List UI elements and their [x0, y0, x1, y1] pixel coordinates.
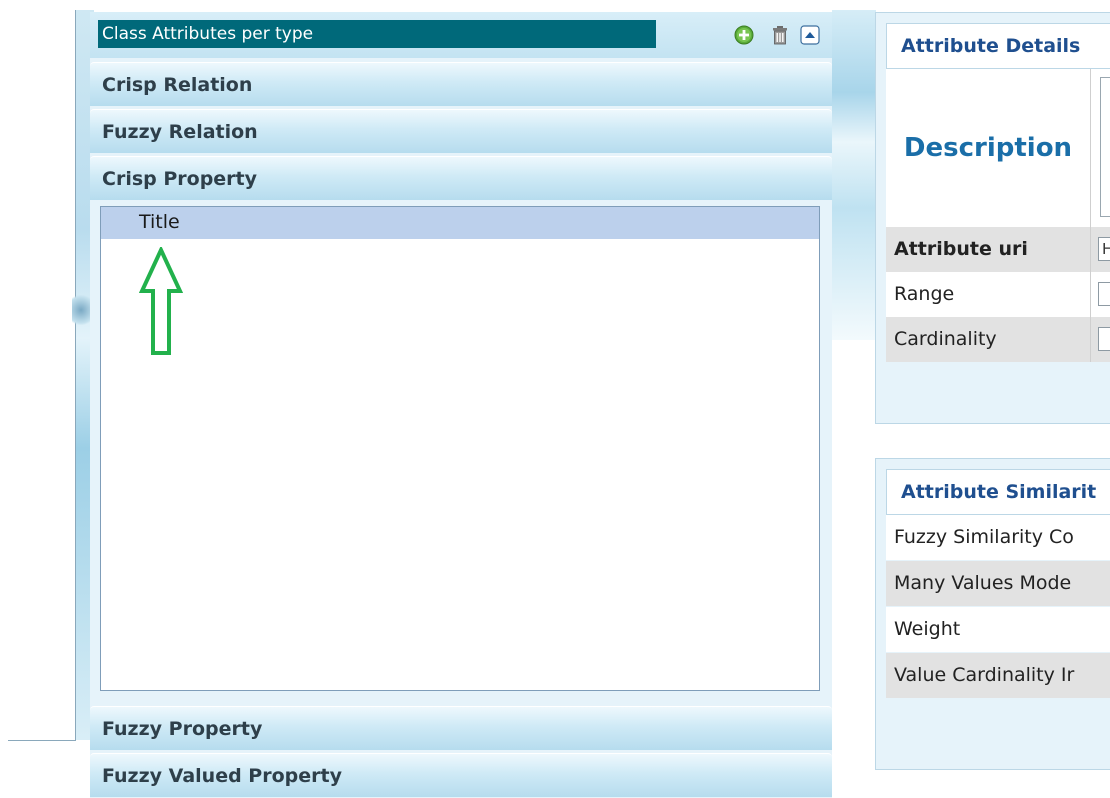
column-divider: [1090, 272, 1091, 317]
attribute-details-panel: Attribute Details Description Attribute …: [875, 12, 1110, 424]
attribute-uri-field[interactable]: H: [1098, 237, 1110, 261]
section-fuzzy-valued-property[interactable]: Fuzzy Valued Property: [90, 753, 832, 797]
cardinality-label: Cardinality: [894, 328, 997, 350]
attribute-similarity-header: Attribute Similarit: [886, 469, 1110, 515]
frame-border-horizontal: [8, 740, 76, 741]
description-label: Description: [903, 133, 1073, 163]
cardinality-field[interactable]: [1098, 327, 1110, 351]
panel-title: Class Attributes per type: [98, 20, 656, 48]
class-attributes-panel: Class Attributes per type Crisp Relation…: [90, 12, 832, 798]
decorative-snow-background-middle: [832, 10, 876, 340]
fuzzy-similarity-row: Fuzzy Similarity Co: [886, 515, 1110, 560]
column-divider: [1090, 317, 1091, 362]
section-crisp-property[interactable]: Crisp Property: [90, 156, 832, 200]
attribute-details-header: Attribute Details: [886, 23, 1110, 69]
column-divider: [1090, 227, 1091, 272]
trash-icon[interactable]: [770, 25, 790, 45]
section-fuzzy-property[interactable]: Fuzzy Property: [90, 706, 832, 750]
range-label: Range: [894, 283, 955, 305]
description-row: Description: [886, 69, 1110, 227]
attribute-uri-label: Attribute uri: [894, 238, 1028, 260]
panel-header-bar: Class Attributes per type: [90, 12, 832, 58]
description-textarea[interactable]: [1100, 77, 1110, 217]
add-icon[interactable]: [734, 25, 754, 45]
collapse-icon[interactable]: [800, 25, 820, 45]
list-item[interactable]: Title: [101, 207, 819, 239]
range-row: Range: [886, 272, 1110, 317]
attribute-uri-row: Attribute uri H: [886, 227, 1110, 272]
attribute-similarity-panel: Attribute Similarit Fuzzy Similarity Co …: [875, 458, 1110, 770]
section-fuzzy-relation[interactable]: Fuzzy Relation: [90, 109, 832, 153]
many-values-mode-row: Many Values Mode: [886, 561, 1110, 606]
value-cardinality-row: Value Cardinality Ir: [886, 653, 1110, 698]
snowflake-decoration: [72, 290, 90, 330]
crisp-property-list[interactable]: Title: [100, 206, 820, 691]
green-up-arrow-icon: [139, 247, 183, 355]
cardinality-row: Cardinality: [886, 317, 1110, 362]
weight-row: Weight: [886, 607, 1110, 652]
section-crisp-relation[interactable]: Crisp Relation: [90, 62, 832, 106]
range-field[interactable]: [1098, 282, 1110, 306]
column-divider: [1090, 69, 1091, 227]
